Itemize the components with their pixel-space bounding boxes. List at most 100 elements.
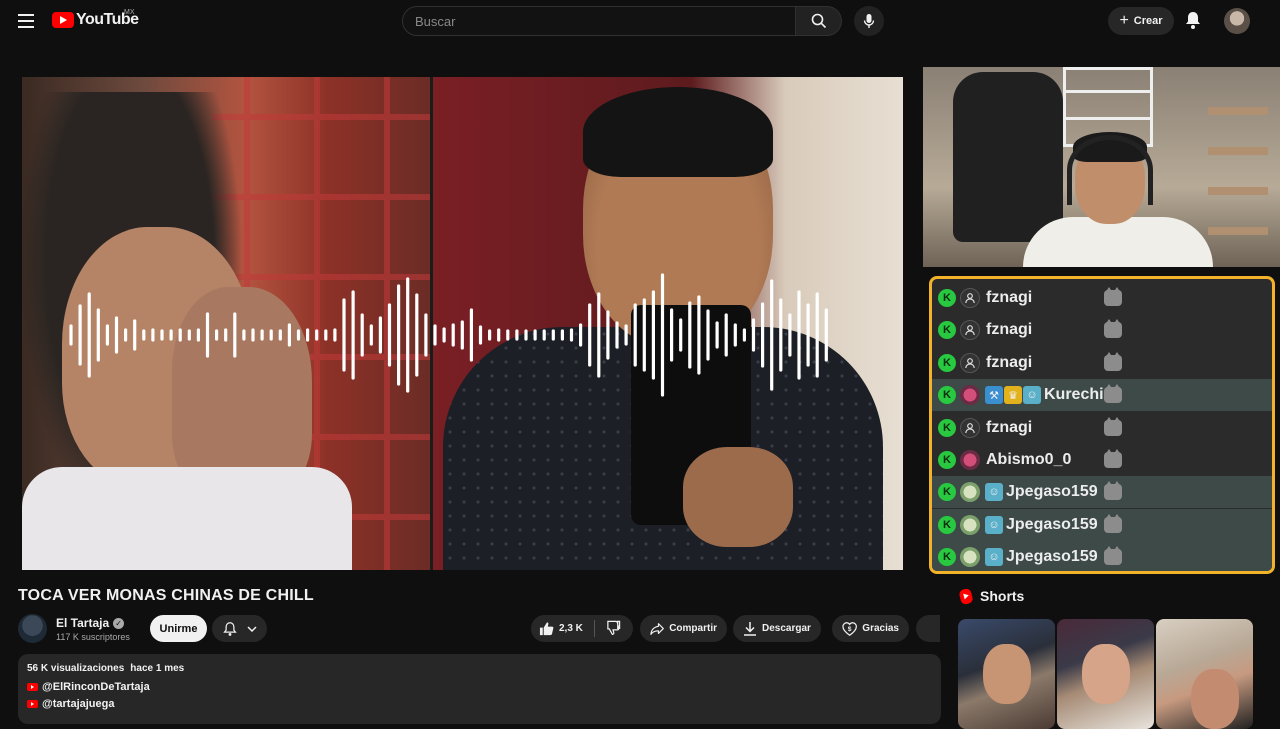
youtube-logo[interactable]: YouTube MX: [52, 9, 139, 29]
voice-search-button[interactable]: [854, 6, 884, 36]
dislike-button[interactable]: [606, 620, 621, 638]
short-thumbnail[interactable]: [1156, 619, 1253, 729]
chat-message: K ☺ Jpegaso159: [932, 508, 1272, 541]
plus-icon: +: [1119, 12, 1129, 29]
share-icon: [650, 622, 664, 635]
thumbs-up-icon: [539, 622, 554, 636]
chevron-down-icon: [246, 625, 257, 632]
kick-badge-icon: K: [938, 418, 956, 437]
more-actions-button[interactable]: [916, 615, 940, 642]
streamer-webcam: [923, 67, 1280, 267]
user-badges: ☺: [985, 548, 1003, 567]
search-input[interactable]: [402, 6, 796, 36]
audio-waveform: [69, 273, 828, 397]
chat-username: fznagi: [986, 321, 1033, 339]
chat-username: fznagi: [986, 353, 1033, 371]
chat-message: K Abismo0_0: [932, 444, 1272, 476]
chat-username: Jpegaso159: [1006, 483, 1098, 501]
bell-icon: [1186, 12, 1200, 29]
description-box[interactable]: 56 K visualizaciones hace 1 mes @ElRinco…: [18, 654, 941, 724]
kick-badge-icon: K: [938, 515, 956, 534]
share-label: Compartir: [669, 623, 717, 634]
kick-badge-icon: K: [938, 483, 956, 502]
thanks-icon: $: [842, 621, 857, 636]
user-avatar-icon: [960, 417, 980, 438]
join-button[interactable]: Unirme: [150, 615, 207, 642]
download-label: Descargar: [762, 623, 811, 634]
chat-message: Kfznagi: [932, 412, 1272, 444]
youtube-icon: [27, 683, 38, 691]
cat-emote-icon: [1104, 384, 1122, 404]
kick-badge-icon: K: [938, 548, 956, 567]
channel-name-text: El Tartaja: [56, 616, 110, 630]
download-icon: [744, 622, 756, 636]
hammer-badge-icon: ⚒: [985, 386, 1003, 405]
like-dislike-group: 2,3 K: [531, 615, 633, 642]
chat-message: Kfznagi: [932, 347, 1272, 379]
cat-emote-icon: [1104, 481, 1122, 501]
chat-message: K ☺ Jpegaso159: [932, 476, 1272, 509]
chat-username: Kurechi: [1044, 386, 1104, 404]
shorts-heading: Shorts: [980, 588, 1025, 604]
kick-badge-icon: K: [938, 451, 956, 469]
link-text: @ElRinconDeTartaja: [42, 681, 150, 693]
shorts-icon: [958, 587, 974, 605]
account-avatar[interactable]: [1224, 8, 1250, 34]
like-button[interactable]: 2,3 K: [539, 621, 583, 636]
download-button[interactable]: Descargar: [733, 615, 821, 642]
notifications-button[interactable]: [1184, 10, 1202, 35]
user-avatar-icon: [960, 514, 980, 535]
cat-badge-icon: ☺: [1023, 386, 1041, 405]
cat-emote-icon: [1104, 351, 1122, 371]
masthead: YouTube MX + Crear: [0, 0, 1280, 42]
thumbs-down-icon: [607, 620, 621, 635]
create-button[interactable]: + Crear: [1108, 7, 1174, 35]
user-badges: ☺: [985, 483, 1003, 502]
chat-username: Jpegaso159: [1006, 548, 1098, 566]
subscription-bell-button[interactable]: [212, 615, 267, 642]
crown-badge-icon: ♛: [1004, 386, 1022, 405]
chat-username: fznagi: [986, 289, 1033, 306]
kick-badge-icon: K: [938, 321, 956, 340]
menu-icon[interactable]: [16, 11, 36, 31]
user-avatar-icon: [960, 352, 980, 373]
cat-badge-icon: ☺: [985, 548, 1003, 567]
like-divider: [593, 620, 595, 637]
shorts-header: Shorts: [958, 587, 1025, 605]
user-avatar-icon: [960, 385, 980, 406]
country-code: MX: [124, 9, 135, 16]
user-badges: ☺: [985, 515, 1003, 534]
cat-emote-icon: [1104, 513, 1122, 533]
thanks-button[interactable]: $ Gracias: [832, 615, 909, 642]
user-avatar-icon: [960, 450, 980, 470]
user-avatar-icon: [960, 547, 980, 568]
user-badges: ⚒ ♛ ☺: [985, 386, 1041, 405]
channel-name[interactable]: El Tartaja ✓: [56, 616, 125, 630]
video-player[interactable]: [22, 77, 903, 570]
short-thumbnail[interactable]: [1057, 619, 1154, 729]
cat-badge-icon: ☺: [985, 515, 1003, 534]
description-link[interactable]: @ElRinconDeTartaja: [27, 681, 932, 693]
channel-avatar[interactable]: [18, 614, 47, 643]
search-box: [402, 6, 842, 36]
youtube-icon: [27, 700, 38, 708]
search-button[interactable]: [796, 6, 842, 36]
subscriber-count: 117 K suscriptores: [56, 632, 130, 642]
create-label: Crear: [1133, 15, 1163, 27]
cat-emote-icon: [1104, 416, 1122, 436]
share-button[interactable]: Compartir: [640, 615, 727, 642]
link-text: @tartajajuega: [42, 698, 115, 710]
search-icon: [811, 13, 826, 29]
description-link[interactable]: @tartajajuega: [27, 698, 932, 710]
chat-username: Abismo0_0: [986, 451, 1072, 468]
user-avatar-icon: [960, 320, 980, 341]
svg-text:$: $: [848, 625, 852, 632]
upload-age: hace 1 mes: [130, 663, 185, 674]
kick-badge-icon: K: [938, 289, 956, 307]
chat-username: fznagi: [986, 418, 1033, 436]
chat-username: Jpegaso159: [1006, 515, 1098, 533]
verified-icon: ✓: [113, 617, 125, 629]
video-title: TOCA VER MONAS CHINAS DE CHILL: [18, 587, 314, 604]
short-thumbnail[interactable]: [958, 619, 1055, 729]
user-avatar-icon: [960, 482, 980, 503]
